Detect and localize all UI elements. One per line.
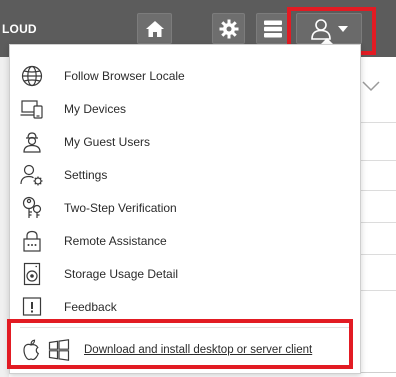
globe-icon <box>21 65 43 86</box>
gear-icon <box>219 19 238 38</box>
background-divider <box>360 122 396 123</box>
menu-item-label: Settings <box>64 167 108 182</box>
menu-item-label: Follow Browser Locale <box>64 68 185 83</box>
devices-icon <box>20 99 43 119</box>
background-divider <box>360 222 396 223</box>
menu-item-storage-usage-detail[interactable]: Storage Usage Detail <box>20 257 350 290</box>
background-divider <box>360 190 396 191</box>
menu-item-label: My Guest Users <box>64 134 151 149</box>
chevron-down-icon[interactable] <box>361 80 381 92</box>
list-icon <box>263 20 282 37</box>
menu-item-my-devices[interactable]: My Devices <box>20 92 350 125</box>
key-icon <box>22 196 42 218</box>
guest-user-icon <box>23 131 41 153</box>
feedback-icon <box>22 296 42 316</box>
home-icon <box>145 20 164 37</box>
storage-icon <box>23 262 41 285</box>
menu-item-settings[interactable]: Settings <box>20 158 350 191</box>
menu-item-label: Storage Usage Detail <box>64 266 179 281</box>
brand-text: LOUD <box>2 22 37 36</box>
background-divider <box>360 160 396 161</box>
background-divider <box>360 290 396 291</box>
menu-item-label: My Devices <box>64 101 127 116</box>
settings-button[interactable] <box>212 13 245 44</box>
menu-item-follow-browser-locale[interactable]: Follow Browser Locale <box>20 59 350 92</box>
menu-item-two-step-verification[interactable]: Two-Step Verification <box>20 191 350 224</box>
menu-item-label: Feedback <box>64 299 117 314</box>
home-button[interactable] <box>137 13 172 44</box>
menu-item-label: Two-Step Verification <box>64 200 177 215</box>
background-divider <box>360 254 396 255</box>
task-list-button[interactable] <box>256 13 289 44</box>
lock-icon <box>23 230 41 252</box>
menu-item-label: Remote Assistance <box>64 233 167 248</box>
user-settings-icon <box>20 164 43 185</box>
menu-item-remote-assistance[interactable]: Remote Assistance <box>20 224 350 257</box>
download-highlight <box>7 319 353 369</box>
menu-item-my-guest-users[interactable]: My Guest Users <box>20 125 350 158</box>
